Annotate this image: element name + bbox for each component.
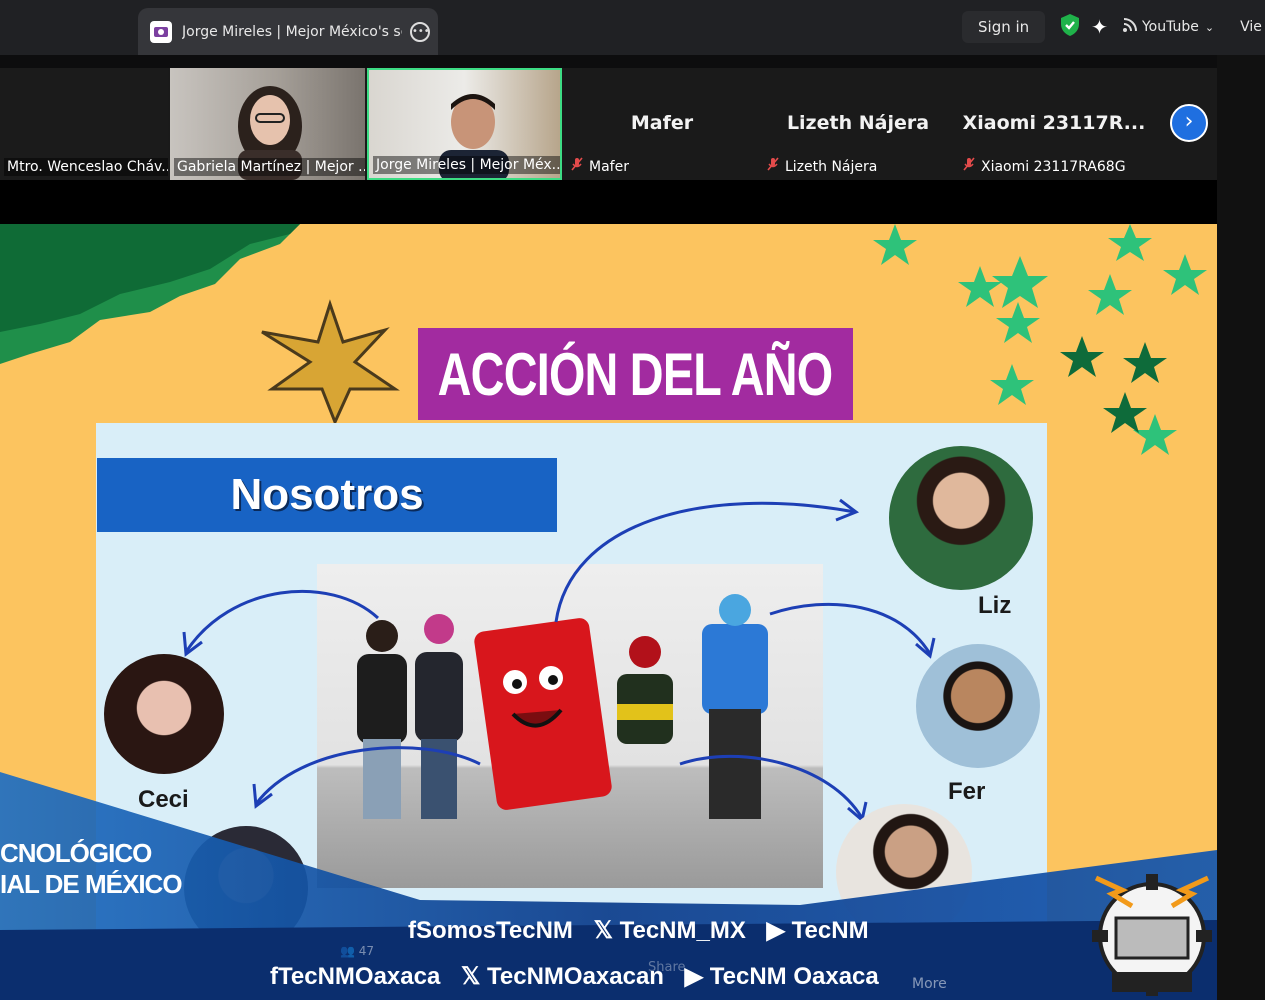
- sign-in-button[interactable]: Sign in: [962, 11, 1046, 43]
- participant-name-row: Mafer: [568, 156, 632, 176]
- right-edge-pane: [1217, 55, 1265, 1000]
- participant-display-name: Mafer: [630, 112, 694, 134]
- rss-icon[interactable]: [1122, 17, 1138, 37]
- shared-slide: ACCIÓN DEL AÑO Nosotros Liz Ceci Fer: [0, 224, 1217, 1000]
- tecnm-wordmark-line: CNOLÓGICO: [0, 838, 152, 868]
- participant-name: Gabriela Martínez | Mejor ...: [174, 158, 365, 176]
- tab-more-icon[interactable]: •••: [410, 21, 430, 42]
- participant-tile[interactable]: Xiaomi 23117R... Xiaomi 23117RA68G: [956, 68, 1152, 180]
- chevron-down-icon[interactable]: ⌄: [1205, 21, 1214, 34]
- muted-mic-icon: [963, 157, 975, 175]
- participants-control[interactable]: 👥 47: [340, 944, 374, 958]
- youtube-icon: ▶: [684, 963, 710, 990]
- participant-tile[interactable]: Mafer Mafer: [564, 68, 760, 180]
- tecnm-wordmark-line: IAL DE MÉXICO: [0, 869, 183, 899]
- youtube-label[interactable]: YouTube: [1142, 19, 1199, 35]
- participant-strip: Mtro. Wenceslao Cháv... Gabriela Martíne…: [0, 68, 1217, 180]
- participant-tile[interactable]: Gabriela Martínez | Mejor ...: [170, 68, 365, 180]
- participant-name: Lizeth Nájera: [785, 159, 878, 175]
- participant-name-row: Xiaomi 23117RA68G: [960, 156, 1129, 176]
- share-button[interactable]: Share: [648, 960, 686, 975]
- youtube-icon: ▶: [766, 917, 792, 944]
- social-row-2: fTecNMOaxaca 𝕏 TecNMOaxacan ▶ TecNM Oaxa…: [270, 962, 893, 991]
- x-icon: 𝕏: [460, 963, 487, 990]
- social-handle: TecNMOaxaca: [278, 963, 441, 990]
- connection-arrows: [182, 498, 936, 823]
- tab-title: Jorge Mireles | Mejor México's sc: [182, 23, 402, 40]
- social-row-1: fSomosTecNM 𝕏 TecNM_MX ▶ TecNM: [408, 916, 883, 945]
- social-handle: TecNM Oaxaca: [709, 963, 879, 990]
- sparkle-icon[interactable]: ✦: [1091, 15, 1108, 39]
- participant-display-name: Xiaomi 23117R...: [962, 112, 1146, 134]
- browser-top-bar: Jorge Mireles | Mejor México's sc ••• Si…: [0, 0, 1265, 55]
- social-handle: TecNMOaxacan: [487, 963, 664, 990]
- toolbar-right: Sign in ✦ YouTube ⌄ Vie: [962, 10, 1265, 44]
- participant-name: Jorge Mireles | Mejor Méx...: [373, 156, 560, 174]
- more-button[interactable]: More: [912, 976, 947, 992]
- participant-display-name: Lizeth Nájera: [786, 112, 930, 134]
- participant-name: Mafer: [589, 159, 629, 175]
- participant-name: Mtro. Wenceslao Cháv...: [4, 158, 168, 176]
- participant-tile[interactable]: Mtro. Wenceslao Cháv...: [0, 68, 168, 180]
- social-handle: TecNM_MX: [619, 917, 746, 944]
- participants-count: 47: [358, 944, 375, 958]
- participants-icon: 👥: [340, 944, 355, 958]
- chevron-right-icon: ›: [1184, 109, 1194, 134]
- meeting-favicon-icon: [150, 20, 172, 43]
- muted-mic-icon: [767, 157, 779, 175]
- tecnm-wordmark: CNOLÓGICO IAL DE MÉXICO: [0, 838, 183, 900]
- participant-name: Xiaomi 23117RA68G: [981, 159, 1126, 175]
- active-tab[interactable]: Jorge Mireles | Mejor México's sc •••: [138, 8, 438, 55]
- social-handle: SomosTecNM: [416, 917, 573, 944]
- next-participants-button[interactable]: ›: [1170, 104, 1208, 142]
- muted-mic-icon: [571, 157, 583, 175]
- person-photo-ceci: [104, 654, 224, 774]
- shield-check-icon[interactable]: [1059, 13, 1081, 41]
- person-label-liz: Liz: [978, 592, 1012, 619]
- facebook-icon: f: [270, 963, 278, 990]
- facebook-icon: f: [408, 917, 416, 944]
- view-menu[interactable]: Vie: [1240, 19, 1262, 35]
- person-label-fer: Fer: [948, 778, 986, 805]
- person-photo-5: [184, 826, 308, 950]
- person-label-ceci: Ceci: [138, 786, 189, 813]
- participant-tile[interactable]: Lizeth Nájera Lizeth Nájera: [760, 68, 956, 180]
- participant-tile-active[interactable]: Jorge Mireles | Mejor Méx...: [367, 68, 562, 180]
- x-icon: 𝕏: [593, 917, 620, 944]
- ito-logo: [1092, 874, 1212, 996]
- strip-spacer: [0, 180, 1217, 224]
- social-handle: TecNM: [791, 917, 869, 944]
- person-photo-liz: [889, 446, 1033, 590]
- person-photo-fer: [916, 644, 1040, 768]
- participant-name-row: Lizeth Nájera: [764, 156, 880, 176]
